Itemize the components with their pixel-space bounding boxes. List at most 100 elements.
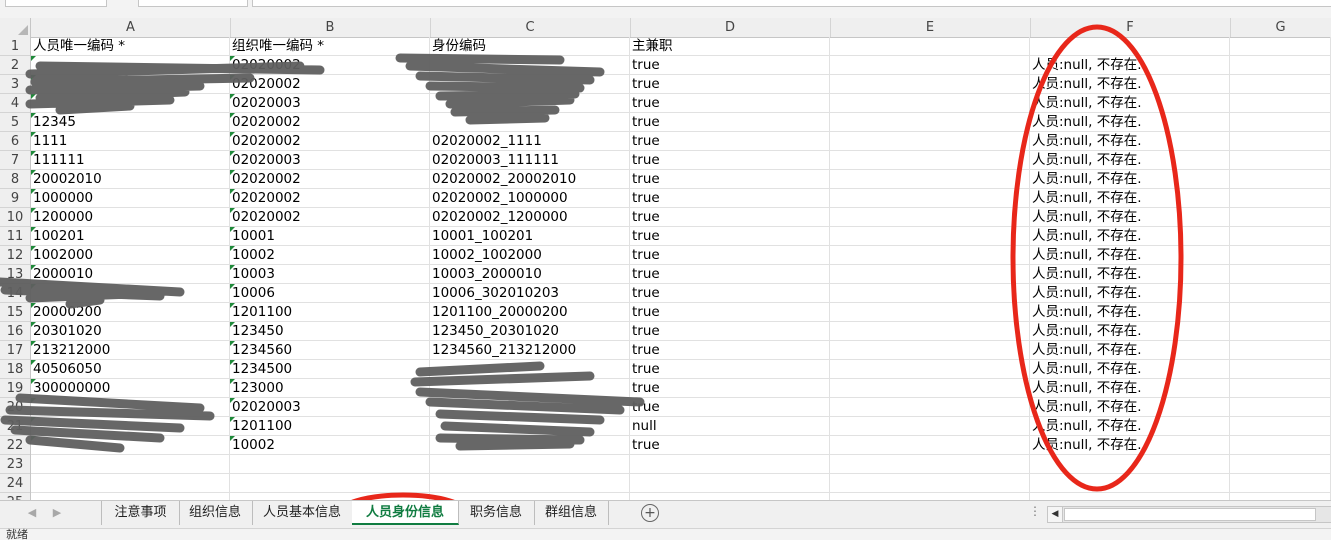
table-cell[interactable]: [1230, 493, 1331, 500]
table-cell[interactable]: true: [630, 436, 830, 455]
row-header[interactable]: 17: [0, 341, 30, 360]
table-cell[interactable]: [830, 379, 1030, 398]
table-cell[interactable]: 1000000: [31, 189, 230, 208]
table-cell[interactable]: true: [630, 132, 830, 151]
table-cell[interactable]: 1234560_213212000: [430, 341, 630, 360]
table-cell[interactable]: 12345: [31, 113, 230, 132]
table-cell[interactable]: true: [630, 246, 830, 265]
table-cell[interactable]: [31, 474, 230, 493]
add-sheet-icon[interactable]: +: [641, 504, 659, 522]
table-cell[interactable]: [1230, 265, 1331, 284]
table-cell[interactable]: [31, 417, 230, 436]
table-cell[interactable]: [31, 436, 230, 455]
table-cell[interactable]: true: [630, 379, 830, 398]
table-cell[interactable]: 组织唯一编码 *: [230, 37, 430, 56]
formula-input[interactable]: [252, 0, 1331, 7]
table-cell[interactable]: [1230, 94, 1331, 113]
column-header[interactable]: D: [630, 18, 831, 37]
table-cell[interactable]: 20000200: [31, 303, 230, 322]
table-cell[interactable]: 02020002: [230, 170, 430, 189]
table-cell[interactable]: 人员:null, 不存在.: [1030, 151, 1230, 170]
row-header[interactable]: 4: [0, 94, 30, 113]
table-cell[interactable]: [830, 341, 1030, 360]
table-cell[interactable]: 人员:null, 不存在.: [1030, 227, 1230, 246]
sheet-tab[interactable]: 人员身份信息: [352, 501, 459, 525]
table-cell[interactable]: [830, 37, 1030, 56]
table-cell[interactable]: [830, 94, 1030, 113]
table-cell[interactable]: 人员:null, 不存在.: [1030, 170, 1230, 189]
table-cell[interactable]: [830, 265, 1030, 284]
table-cell[interactable]: [430, 417, 630, 436]
table-cell[interactable]: [830, 227, 1030, 246]
table-cell[interactable]: true: [630, 189, 830, 208]
table-cell[interactable]: 123000: [230, 379, 430, 398]
table-cell[interactable]: 人员:null, 不存在.: [1030, 94, 1230, 113]
table-cell[interactable]: [1030, 455, 1230, 474]
column-header[interactable]: A: [31, 18, 231, 37]
table-cell[interactable]: 10001: [230, 227, 430, 246]
table-cell[interactable]: [430, 455, 630, 474]
table-cell[interactable]: [830, 360, 1030, 379]
table-cell[interactable]: [830, 151, 1030, 170]
table-cell[interactable]: true: [630, 265, 830, 284]
table-cell[interactable]: [1230, 417, 1331, 436]
table-cell[interactable]: 2000010: [31, 265, 230, 284]
table-cell[interactable]: [1230, 341, 1331, 360]
table-cell[interactable]: 02020002: [230, 113, 430, 132]
row-header[interactable]: 14: [0, 284, 30, 303]
table-cell[interactable]: 身份编码: [430, 37, 630, 56]
table-cell[interactable]: [430, 94, 630, 113]
table-cell[interactable]: [430, 379, 630, 398]
table-cell[interactable]: 人员唯一编码 *: [31, 37, 230, 56]
row-header[interactable]: 6: [0, 132, 30, 151]
table-cell[interactable]: [630, 455, 830, 474]
table-cell[interactable]: 02020002_1111: [430, 132, 630, 151]
row-header[interactable]: 9: [0, 189, 30, 208]
table-cell[interactable]: 02020002: [230, 75, 430, 94]
sheet-tab[interactable]: 人员基本信息: [252, 501, 353, 525]
row-header[interactable]: 13: [0, 265, 30, 284]
table-cell[interactable]: true: [630, 284, 830, 303]
table-cell[interactable]: 10003_2000010: [430, 265, 630, 284]
table-cell[interactable]: 100201: [31, 227, 230, 246]
table-cell[interactable]: 10002: [230, 436, 430, 455]
table-cell[interactable]: 10003: [230, 265, 430, 284]
sheet-tab[interactable]: 注意事项: [101, 501, 180, 525]
table-cell[interactable]: [1030, 493, 1230, 500]
column-header[interactable]: C: [430, 18, 631, 37]
table-cell[interactable]: 1201100_20000200: [430, 303, 630, 322]
row-header[interactable]: 20: [0, 398, 30, 417]
table-cell[interactable]: [830, 398, 1030, 417]
table-cell[interactable]: 02020003_111111: [430, 151, 630, 170]
row-header[interactable]: 16: [0, 322, 30, 341]
scrollbar-thumb[interactable]: [1064, 508, 1316, 521]
table-cell[interactable]: [1230, 436, 1331, 455]
table-cell[interactable]: 02020002: [230, 132, 430, 151]
table-cell[interactable]: 02020002: [230, 189, 430, 208]
table-cell[interactable]: [830, 284, 1030, 303]
table-cell[interactable]: [31, 56, 230, 75]
next-sheet-icon[interactable]: ▶: [50, 506, 64, 519]
table-cell[interactable]: [830, 474, 1030, 493]
row-header[interactable]: 23: [0, 455, 30, 474]
table-cell[interactable]: [1030, 37, 1230, 56]
table-cell[interactable]: 人员:null, 不存在.: [1030, 322, 1230, 341]
row-header[interactable]: 8: [0, 170, 30, 189]
table-cell[interactable]: [1230, 113, 1331, 132]
table-cell[interactable]: true: [630, 94, 830, 113]
scroll-left-icon[interactable]: ◀: [1048, 507, 1063, 522]
row-header[interactable]: 22: [0, 436, 30, 455]
table-cell[interactable]: true: [630, 360, 830, 379]
row-header[interactable]: 12: [0, 246, 30, 265]
table-cell[interactable]: true: [630, 170, 830, 189]
table-cell[interactable]: 02020002: [230, 208, 430, 227]
table-cell[interactable]: [1230, 189, 1331, 208]
table-cell[interactable]: [430, 75, 630, 94]
table-cell[interactable]: [1230, 170, 1331, 189]
table-cell[interactable]: 主兼职: [630, 37, 830, 56]
row-header[interactable]: 15: [0, 303, 30, 322]
table-cell[interactable]: [830, 455, 1030, 474]
row-header[interactable]: 24: [0, 474, 30, 493]
table-cell[interactable]: 人员:null, 不存在.: [1030, 246, 1230, 265]
function-box[interactable]: [138, 0, 248, 7]
